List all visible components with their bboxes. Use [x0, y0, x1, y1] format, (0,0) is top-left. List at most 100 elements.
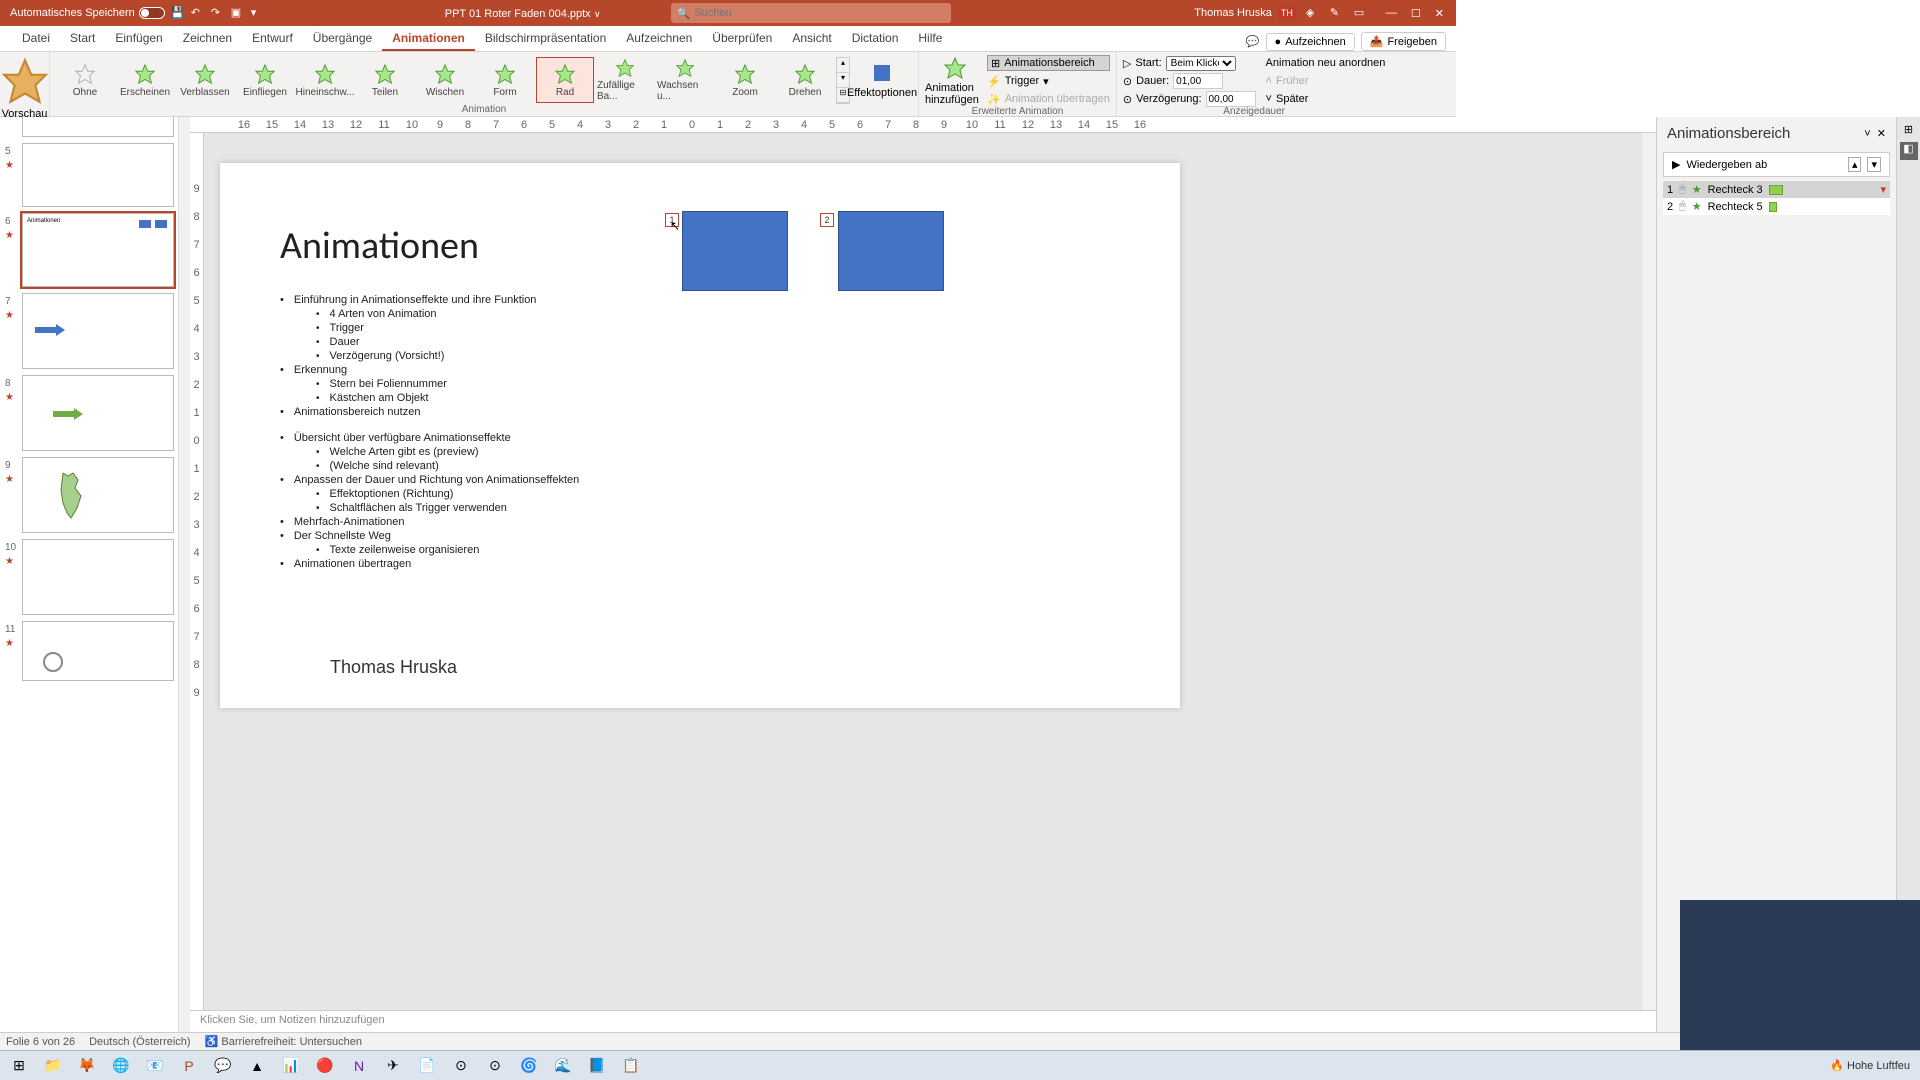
taskbar-app-icon[interactable]: 🔴: [310, 1053, 340, 1079]
preview-button[interactable]: Vorschau: [0, 56, 50, 120]
tab-hilfe[interactable]: Hilfe: [908, 27, 952, 51]
effect-zoom[interactable]: Zoom: [716, 57, 774, 103]
taskbar-app-icon[interactable]: 📋: [616, 1053, 646, 1079]
effect-einfliegen[interactable]: Einfliegen: [236, 57, 294, 103]
vertical-scrollbar[interactable]: [1642, 133, 1656, 1010]
bullet[interactable]: (Welche sind relevant): [280, 459, 1120, 473]
start-button[interactable]: ⊞: [4, 1053, 34, 1079]
tab-dictation[interactable]: Dictation: [842, 27, 909, 51]
tab-start[interactable]: Start: [60, 27, 105, 51]
effect-wischen[interactable]: Wischen: [416, 57, 474, 103]
tab-entwurf[interactable]: Entwurf: [242, 27, 303, 51]
author-text[interactable]: Thomas Hruska: [330, 657, 457, 678]
autosave-pill[interactable]: [139, 7, 165, 19]
redo-icon[interactable]: ↷: [211, 6, 225, 20]
bullet[interactable]: Kästchen am Objekt: [280, 391, 1120, 405]
autosave-toggle[interactable]: Automatisches Speichern: [10, 7, 165, 19]
effect-teilen[interactable]: Teilen: [356, 57, 414, 103]
bullet[interactable]: Verzögerung (Vorsicht!): [280, 349, 1120, 363]
record-button[interactable]: ● Aufzeichnen: [1266, 33, 1355, 51]
tab-animationen[interactable]: Animationen: [382, 27, 475, 51]
bullet[interactable]: Anpassen der Dauer und Richtung von Anim…: [280, 473, 1120, 487]
qat-more-icon[interactable]: ▾: [251, 6, 265, 20]
language-indicator[interactable]: Deutsch (Österreich): [89, 1036, 190, 1048]
search-box[interactable]: 🔍: [671, 3, 951, 23]
effect-wachsen[interactable]: Wachsen u...: [656, 57, 714, 103]
animation-list-item[interactable]: 2 🖱 ★ Rechteck 5: [1663, 198, 1890, 215]
bullet[interactable]: Animationsbereich nutzen: [280, 405, 1120, 419]
designer-icon[interactable]: ◧: [1900, 142, 1918, 160]
slide-thumb[interactable]: 5: [22, 117, 174, 137]
maximize-button[interactable]: ☐: [1411, 7, 1421, 20]
slide-thumb[interactable]: 7★: [22, 293, 174, 369]
slide-thumb[interactable]: 10★: [22, 539, 174, 615]
taskbar-chrome-icon[interactable]: 🌐: [106, 1053, 136, 1079]
slide-thumb-active[interactable]: 6★ Animationen: [22, 213, 174, 287]
taskbar-app-icon[interactable]: ✈: [378, 1053, 408, 1079]
shape-rectangle-2[interactable]: [838, 211, 944, 291]
bullet[interactable]: Animationen übertragen: [280, 557, 1120, 571]
user-account[interactable]: Thomas Hruska TH: [1194, 7, 1296, 19]
start-select[interactable]: Beim Klicken: [1166, 56, 1236, 71]
tab-uebergaenge[interactable]: Übergänge: [303, 27, 382, 51]
bullet[interactable]: Einführung in Animationseffekte und ihre…: [280, 293, 1120, 307]
effect-verblassen[interactable]: Verblassen: [176, 57, 234, 103]
effect-rad[interactable]: Rad: [536, 57, 594, 103]
close-button[interactable]: ✕: [1435, 7, 1444, 20]
bullet[interactable]: Texte zeilenweise organisieren: [280, 543, 1120, 557]
trigger-button[interactable]: ⚡ Trigger ▾: [987, 73, 1110, 89]
taskbar-app-icon[interactable]: 💬: [208, 1053, 238, 1079]
bullet[interactable]: Erkennung: [280, 363, 1120, 377]
window-icon[interactable]: ▭: [1354, 6, 1368, 20]
bullet[interactable]: Übersicht über verfügbare Animationseffe…: [280, 431, 1120, 445]
taskbar-app-icon[interactable]: 📊: [276, 1053, 306, 1079]
effect-form[interactable]: Form: [476, 57, 534, 103]
undo-icon[interactable]: ↶: [191, 6, 205, 20]
effect-erscheinen[interactable]: Erscheinen: [116, 57, 174, 103]
delay-input[interactable]: [1206, 91, 1256, 107]
animation-tag-2[interactable]: 2: [820, 213, 834, 227]
animation-list-item[interactable]: 1 🖱 ★ Rechteck 3 ▾: [1663, 181, 1890, 198]
move-later-button[interactable]: ˅ Später: [1266, 91, 1386, 107]
bullet[interactable]: Welche Arten gibt es (preview): [280, 445, 1120, 459]
slide-thumbnails[interactable]: 5 5★ 6★ Animationen 7★ 8★ 9★ 10★ 11★: [0, 117, 178, 1032]
bullet[interactable]: Trigger: [280, 321, 1120, 335]
taskbar-onenote-icon[interactable]: N: [344, 1053, 374, 1079]
slide-thumb[interactable]: 11★: [22, 621, 174, 681]
taskbar-outlook-icon[interactable]: 📧: [140, 1053, 170, 1079]
slide-thumb[interactable]: 5★: [22, 143, 174, 207]
tab-datei[interactable]: Datei: [12, 27, 60, 51]
document-title[interactable]: PPT 01 Roter Faden 004.pptx ∨: [445, 6, 601, 20]
bullet[interactable]: Schaltflächen als Trigger verwenden: [280, 501, 1120, 515]
duration-input[interactable]: [1173, 73, 1223, 89]
taskbar-app-icon[interactable]: ⊙: [480, 1053, 510, 1079]
taskbar-firefox-icon[interactable]: 🦊: [72, 1053, 102, 1079]
animation-pane-toggle[interactable]: ⊞ Animationsbereich: [987, 55, 1110, 71]
taskbar-powerpoint-icon[interactable]: P: [174, 1053, 204, 1079]
effect-options-button[interactable]: Effektoptionen: [852, 61, 912, 99]
effect-ohne[interactable]: Ohne: [56, 57, 114, 103]
taskbar-app-icon[interactable]: 📄: [412, 1053, 442, 1079]
shape-rectangle-1[interactable]: [682, 211, 788, 291]
bullet[interactable]: 4 Arten von Animation: [280, 307, 1120, 321]
slide-thumb[interactable]: 9★: [22, 457, 174, 533]
tab-zeichnen[interactable]: Zeichnen: [173, 27, 242, 51]
effect-zufaellige-balken[interactable]: Zufällige Ba...: [596, 57, 654, 103]
share-button[interactable]: 📤 Freigeben: [1361, 32, 1446, 51]
notes-placeholder[interactable]: Klicken Sie, um Notizen hinzuzufügen: [190, 1010, 1656, 1032]
tab-ueberpruefen[interactable]: Überprüfen: [702, 27, 782, 51]
save-icon[interactable]: 💾: [171, 6, 185, 20]
effect-drehen[interactable]: Drehen: [776, 57, 834, 103]
comments-icon[interactable]: 💬: [1246, 35, 1260, 48]
slide-counter[interactable]: Folie 6 von 26: [6, 1036, 75, 1048]
animation-painter-button[interactable]: ✨ Animation übertragen: [987, 91, 1110, 107]
pen-icon[interactable]: ✎: [1330, 6, 1344, 20]
taskbar-app-icon[interactable]: ▲: [242, 1053, 272, 1079]
taskbar-app-icon[interactable]: 🌀: [514, 1053, 544, 1079]
bullet[interactable]: Dauer: [280, 335, 1120, 349]
bullet[interactable]: Effektoptionen (Richtung): [280, 487, 1120, 501]
taskbar-app-icon[interactable]: 📘: [582, 1053, 612, 1079]
weather-widget[interactable]: 🔥 Hohe Luftfeu: [1830, 1059, 1910, 1072]
bullet[interactable]: Stern bei Foliennummer: [280, 377, 1120, 391]
taskbar-explorer-icon[interactable]: 📁: [38, 1053, 68, 1079]
